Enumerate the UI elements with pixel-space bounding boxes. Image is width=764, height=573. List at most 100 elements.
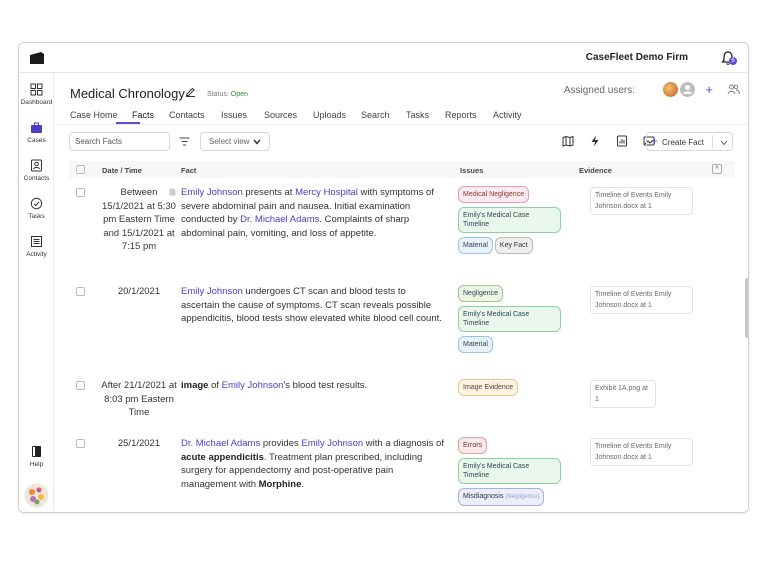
row-checkbox[interactable] (76, 381, 85, 390)
fact-date: Between 15/1/2021 at 5:30 pm Eastern Tim… (102, 187, 176, 252)
tab-issues[interactable]: Issues (221, 110, 247, 120)
issue-chip[interactable]: Medical Negligence (458, 186, 530, 203)
fact-bold-term: image (181, 380, 209, 391)
sidebar-item-dashboard[interactable]: Dashboard (19, 83, 54, 106)
person-icon (683, 85, 692, 94)
page-title: Medical Chronology (70, 86, 185, 101)
fact-text-segment: presents at (242, 187, 296, 198)
tab-activity[interactable]: Activity (493, 110, 522, 120)
sidebar-item-help[interactable]: Help (19, 445, 54, 468)
pencil-icon[interactable] (185, 86, 196, 97)
fact-date: After 21/1/2021 at 8:03 pm Eastern Time (101, 380, 177, 418)
fact-text-segment: with a diagnosis of (363, 438, 444, 449)
tab-sources[interactable]: Sources (264, 110, 297, 120)
select-all-checkbox[interactable] (76, 165, 85, 174)
issue-chip[interactable]: Material (458, 237, 493, 254)
entity-link[interactable]: Emily Johnson (181, 286, 243, 297)
evidence-link[interactable]: Timeline of Events Emily Johnson.docx at… (590, 286, 693, 314)
tab-tasks[interactable]: Tasks (406, 110, 429, 120)
plus-icon: + (651, 134, 659, 148)
tab-search[interactable]: Search (361, 110, 390, 120)
entity-link[interactable]: Emily Johnson (181, 187, 243, 198)
tab-reports[interactable]: Reports (445, 110, 477, 120)
user-avatar[interactable] (24, 483, 49, 508)
entity-link[interactable]: Emily Johnson (301, 438, 363, 449)
manage-users-icon[interactable] (727, 84, 740, 95)
search-facts-input[interactable]: Search Facts (69, 132, 170, 151)
entity-link[interactable]: Dr. Michael Adams (181, 438, 260, 449)
task-check-icon (30, 197, 43, 210)
sidebar-item-cases[interactable]: Cases (19, 121, 54, 144)
select-view-dropdown[interactable]: Select view (200, 132, 270, 151)
lightning-icon[interactable] (589, 135, 601, 147)
issue-chip[interactable]: Emily's Medical Case Timeline (458, 458, 561, 484)
issues-cell: Image Evidence (458, 379, 568, 400)
case-status: Status: Open (207, 91, 248, 98)
map-icon[interactable] (562, 135, 574, 147)
issue-chip[interactable]: Material (458, 336, 493, 353)
tab-uploads[interactable]: Uploads (313, 110, 346, 120)
tab-facts[interactable]: Facts (132, 110, 154, 120)
casefleet-logo-icon[interactable] (29, 51, 45, 65)
entity-link[interactable]: Mercy Hospital (295, 187, 358, 198)
column-header-evidence[interactable]: Evidence (579, 166, 612, 175)
issue-chip-label: Misdiagnosis (463, 493, 504, 500)
fact-text: Dr. Michael Adams provides Emily Johnson… (181, 437, 446, 491)
issue-chip[interactable]: Key Fact (494, 237, 533, 254)
sidebar-label: Help (29, 461, 44, 468)
issues-cell: Negligence Emily's Medical Case Timeline… (458, 285, 568, 357)
issue-chip[interactable]: Misdiagnosis (Negligence) (458, 488, 545, 506)
tab-contacts[interactable]: Contacts (169, 110, 205, 120)
calculator-icon[interactable] (616, 135, 628, 147)
chevron-down-icon (253, 139, 261, 145)
scrollbar[interactable] (745, 278, 748, 338)
row-checkbox[interactable] (76, 287, 85, 296)
issue-chip[interactable]: Emily's Medical Case Timeline (458, 306, 561, 332)
issue-chip[interactable]: Errors (458, 437, 488, 454)
column-header-date[interactable]: Date / Time (102, 166, 142, 175)
tab-case-home[interactable]: Case Home (70, 110, 118, 120)
status-value: Open (230, 91, 248, 98)
fact-text-segment: . (301, 478, 305, 490)
entity-link[interactable]: Dr. Michael Adams (240, 214, 319, 225)
row-checkbox[interactable] (76, 188, 85, 197)
divider (712, 135, 713, 149)
note-icon[interactable] (169, 188, 176, 196)
fact-text: image of Emily Johnson's blood test resu… (181, 379, 446, 393)
assigned-user-avatar[interactable] (680, 82, 695, 97)
evidence-link[interactable]: Timeline of Events Emily Johnson.docx at… (590, 438, 693, 466)
fact-text: Emily Johnson undergoes CT scan and bloo… (181, 285, 446, 326)
assigned-user-avatar[interactable] (663, 82, 678, 97)
filter-icon[interactable] (179, 137, 190, 146)
sidebar-label: Activity (26, 251, 47, 258)
collapse-icon[interactable]: ^ (712, 164, 722, 174)
issue-chip[interactable]: Emily's Medical Case Timeline (458, 207, 561, 233)
evidence-link[interactable]: Timeline of Events Emily Johnson.docx at… (590, 187, 693, 215)
facts-table-header: Date / Time Fact Issues Evidence ^ (69, 161, 735, 178)
sidebar-item-contacts[interactable]: Contacts (19, 159, 54, 182)
entity-link[interactable]: Emily Johnson (222, 380, 284, 391)
sidebar-item-activity[interactable]: Activity (19, 235, 54, 258)
column-header-fact[interactable]: Fact (181, 166, 196, 175)
issue-chip[interactable]: Image Evidence (458, 379, 519, 396)
fact-date: 20/1/2021 (117, 286, 161, 297)
evidence-link[interactable]: Exhibit 1A.png at 1 (590, 380, 656, 408)
chevron-down-icon[interactable] (720, 140, 728, 146)
issue-chip[interactable]: Negligence (458, 285, 504, 302)
row-checkbox[interactable] (76, 439, 85, 448)
fact-text-segment: of (208, 380, 222, 391)
column-header-issues[interactable]: Issues (460, 166, 483, 175)
create-fact-label: Create Fact (662, 138, 704, 147)
add-user-plus-icon[interactable]: + (705, 82, 713, 97)
sidebar-label: Cases (27, 137, 46, 144)
notification-badge: 6 (729, 57, 737, 65)
fact-bold-term: Morphine (258, 478, 302, 490)
divider (55, 124, 748, 125)
sidebar-item-tasks[interactable]: Tasks (19, 197, 54, 220)
sidebar-label: Contacts (23, 175, 50, 182)
issues-cell: Errors Emily's Medical Case Timeline Mis… (458, 437, 568, 510)
firm-name[interactable]: CaseFleet Demo Firm (586, 52, 688, 63)
create-fact-button[interactable]: + Create Fact (646, 132, 733, 151)
briefcase-icon (31, 122, 42, 133)
sidebar-label: Dashboard (20, 99, 53, 106)
